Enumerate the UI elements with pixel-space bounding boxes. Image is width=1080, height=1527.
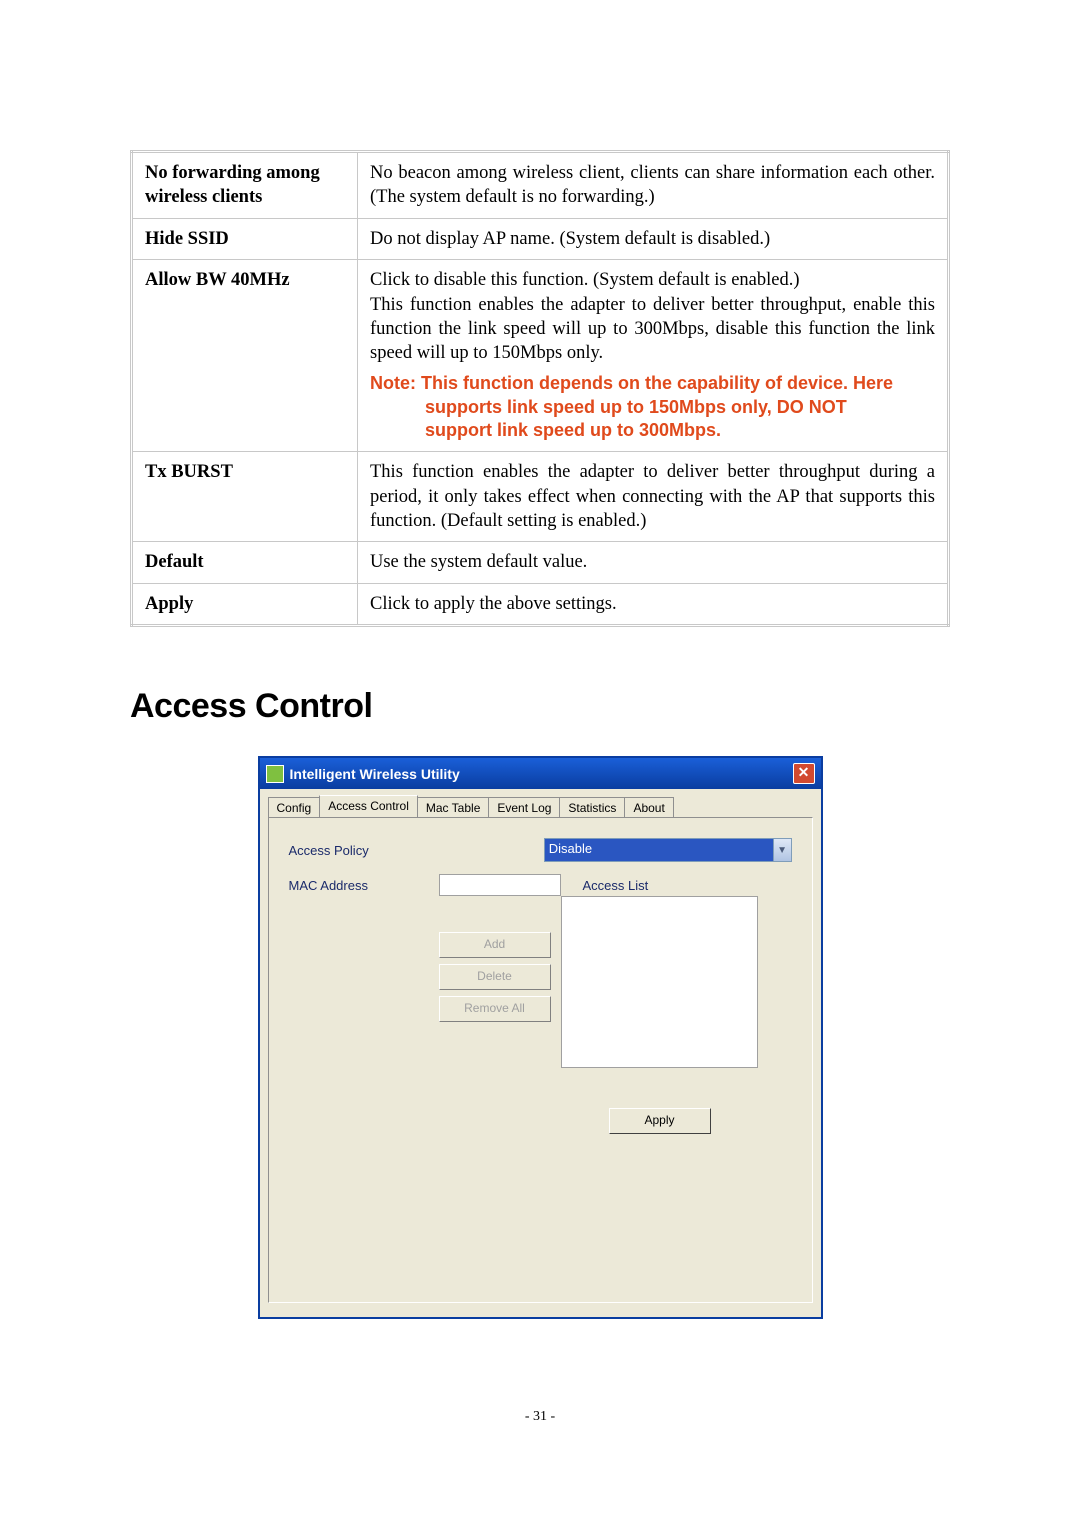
setting-label: Default: [132, 542, 358, 583]
tab-panel-access-control: Access Policy Disable ▼ MAC Address Acce…: [268, 817, 813, 1303]
delete-button[interactable]: Delete: [439, 964, 551, 990]
mac-address-label: MAC Address: [289, 878, 439, 893]
app-icon: [266, 765, 284, 783]
setting-label: Apply: [132, 583, 358, 625]
tab-event-log[interactable]: Event Log: [488, 797, 560, 819]
setting-description: This function enables the adapter to del…: [358, 452, 949, 542]
setting-description: Do not display AP name. (System default …: [358, 218, 949, 259]
tab-config[interactable]: Config: [268, 797, 321, 819]
wireless-utility-dialog: Intelligent Wireless Utility ✕ ConfigAcc…: [258, 756, 823, 1319]
remove-all-button[interactable]: Remove All: [439, 996, 551, 1022]
section-title: Access Control: [130, 687, 950, 726]
page-number: - 31 -: [130, 1409, 950, 1425]
tab-statistics[interactable]: Statistics: [559, 797, 625, 819]
apply-button[interactable]: Apply: [609, 1108, 711, 1134]
settings-table: No forwarding among wireless clientsNo b…: [130, 150, 950, 627]
mac-address-input[interactable]: [439, 874, 561, 896]
access-list-box[interactable]: [561, 896, 758, 1068]
titlebar: Intelligent Wireless Utility ✕: [260, 758, 821, 789]
tab-about[interactable]: About: [624, 797, 673, 819]
setting-label: Allow BW 40MHz: [132, 260, 358, 452]
tab-access-control[interactable]: Access Control: [319, 795, 418, 817]
add-button[interactable]: Add: [439, 932, 551, 958]
access-policy-select[interactable]: Disable ▼: [544, 838, 792, 862]
access-policy-label: Access Policy: [289, 843, 431, 858]
close-button[interactable]: ✕: [793, 763, 815, 784]
tab-mac-table[interactable]: Mac Table: [417, 797, 489, 819]
setting-description: Click to disable this function. (System …: [358, 260, 949, 452]
access-list-label: Access List: [583, 878, 723, 893]
setting-description: Use the system default value.: [358, 542, 949, 583]
setting-description: Click to apply the above settings.: [358, 583, 949, 625]
tab-bar: ConfigAccess ControlMac TableEvent LogSt…: [268, 795, 813, 817]
setting-description: No beacon among wireless client, clients…: [358, 152, 949, 219]
dropdown-icon[interactable]: ▼: [773, 839, 791, 861]
access-policy-value: Disable: [545, 839, 773, 861]
setting-label: Tx BURST: [132, 452, 358, 542]
note-text: Note: This function depends on the capab…: [370, 372, 935, 443]
setting-label: Hide SSID: [132, 218, 358, 259]
dialog-title: Intelligent Wireless Utility: [290, 766, 793, 782]
setting-label: No forwarding among wireless clients: [132, 152, 358, 219]
